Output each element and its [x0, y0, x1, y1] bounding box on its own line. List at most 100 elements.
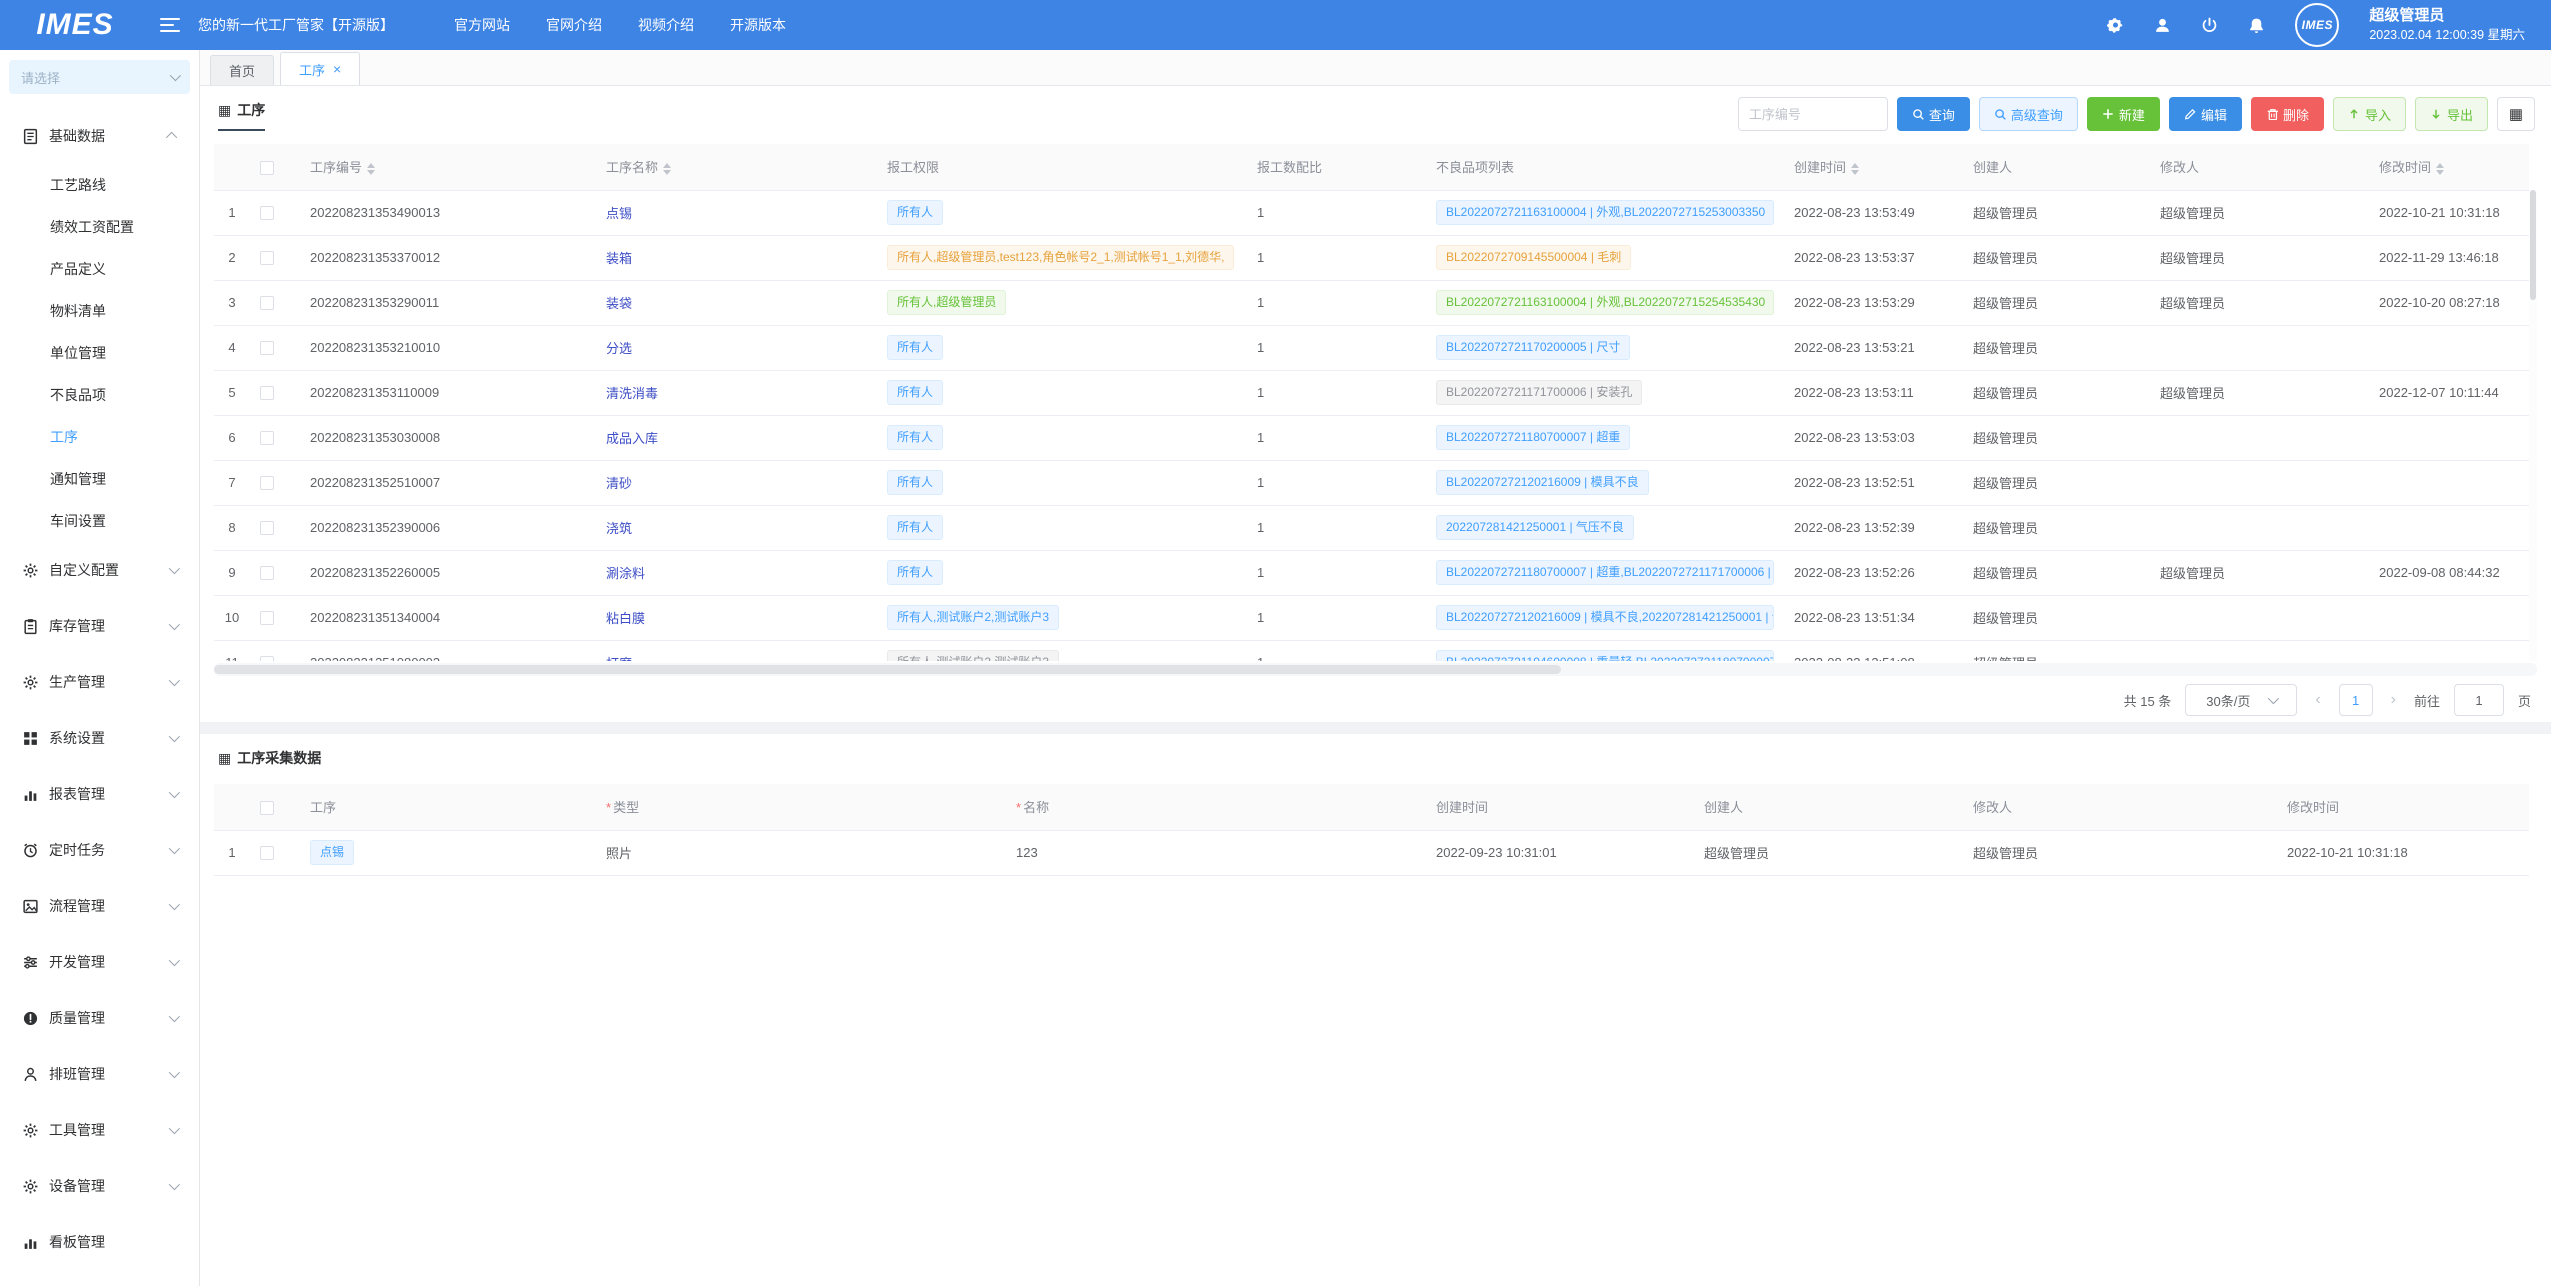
page-number-button[interactable]: 1: [2339, 684, 2373, 716]
sidebar-item-单位管理[interactable]: 单位管理: [0, 332, 199, 374]
sidebar-item-绩效工资配置[interactable]: 绩效工资配置: [0, 206, 199, 248]
sidebar-item-产品定义[interactable]: 产品定义: [0, 248, 199, 290]
process-code-search-input[interactable]: [1738, 97, 1888, 131]
cell-name: 清砂: [596, 460, 877, 505]
sidebar-group-质量管理[interactable]: 质量管理: [0, 990, 199, 1046]
row-checkbox[interactable]: [260, 611, 274, 625]
sidebar-group-流程管理[interactable]: 流程管理: [0, 878, 199, 934]
row-checkbox[interactable]: [260, 341, 274, 355]
sidebar-group-开发管理[interactable]: 开发管理: [0, 934, 199, 990]
close-icon[interactable]: ×: [333, 62, 341, 76]
sidebar-group-报表管理[interactable]: 报表管理: [0, 766, 199, 822]
cell-created_by: 超级管理员: [1963, 460, 2150, 505]
sidebar-group-库存管理[interactable]: 库存管理: [0, 598, 199, 654]
page-size-select[interactable]: 30条/页: [2185, 684, 2297, 716]
sidebar-group-生产管理[interactable]: 生产管理: [0, 654, 199, 710]
tab-工序[interactable]: 工序×: [280, 52, 360, 85]
chevron-down-icon: [2268, 693, 2279, 704]
nav-link-site-intro[interactable]: 官网介绍: [546, 15, 602, 35]
row-checkbox[interactable]: [260, 206, 274, 220]
column-label: 名称: [1023, 800, 1049, 815]
import-button[interactable]: 导入: [2333, 97, 2406, 131]
sidebar-item-车间设置[interactable]: 车间设置: [0, 500, 199, 542]
nav-link-video-intro[interactable]: 视频介绍: [638, 15, 694, 35]
vertical-scrollbar-thumb[interactable]: [2530, 190, 2536, 300]
row-checkbox[interactable]: [260, 521, 274, 535]
process-table-row: 4202208231353210010分选所有人1BL2022072721170…: [214, 325, 2529, 370]
horizontal-scrollbar-thumb[interactable]: [214, 665, 1561, 674]
notifications-bell-icon[interactable]: [2248, 17, 2265, 34]
sidebar-item-工序[interactable]: 工序: [0, 416, 199, 458]
process-name-link[interactable]: 清砂: [606, 476, 632, 491]
tab-首页[interactable]: 首页: [210, 55, 274, 85]
create-button[interactable]: 新建: [2087, 97, 2160, 131]
process-name-link[interactable]: 打磨: [606, 656, 632, 661]
sort-icon[interactable]: [367, 163, 375, 175]
column-header-工序名称[interactable]: 工序名称: [596, 144, 877, 190]
sidebar-filter-select[interactable]: 请选择: [9, 60, 190, 94]
sort-icon[interactable]: [663, 163, 671, 175]
select-all-checkbox[interactable]: [260, 161, 274, 175]
row-checkbox[interactable]: [260, 386, 274, 400]
row-checkbox[interactable]: [260, 656, 274, 661]
nav-link-open-source-version[interactable]: 开源版本: [730, 15, 786, 35]
user-icon[interactable]: [2154, 17, 2171, 34]
cell-modified_by: [2150, 415, 2369, 460]
process-name-link[interactable]: 分选: [606, 341, 632, 356]
process-name-link[interactable]: 装箱: [606, 251, 632, 266]
row-index: 3: [214, 280, 250, 325]
sidebar-group-看板管理[interactable]: 看板管理: [0, 1214, 199, 1270]
sidebar-group-基础数据[interactable]: 基础数据: [0, 108, 199, 164]
edit-button[interactable]: 编辑: [2169, 97, 2242, 131]
sidebar-group-排班管理[interactable]: 排班管理: [0, 1046, 199, 1102]
sidebar-item-工艺路线[interactable]: 工艺路线: [0, 164, 199, 206]
row-checkbox[interactable]: [260, 251, 274, 265]
sidebar-group-系统设置[interactable]: 系统设置: [0, 710, 199, 766]
logout-power-icon[interactable]: [2201, 17, 2218, 34]
advanced-query-button[interactable]: 高级查询: [1979, 97, 2078, 131]
goto-page-input[interactable]: [2454, 684, 2504, 716]
next-page-button[interactable]: ›: [2387, 691, 2400, 709]
sidebar-group-设备管理[interactable]: 设备管理: [0, 1158, 199, 1214]
process-name-link[interactable]: 粘白膜: [606, 611, 645, 626]
prev-page-button[interactable]: ‹: [2311, 691, 2324, 709]
select-all-checkbox[interactable]: [260, 801, 274, 815]
row-checkbox[interactable]: [260, 566, 274, 580]
process-name-link[interactable]: 点锡: [606, 206, 632, 221]
row-checkbox[interactable]: [260, 431, 274, 445]
settings-gear-icon[interactable]: [2107, 17, 2124, 34]
process-name-link[interactable]: 浇筑: [606, 521, 632, 536]
cell-defects: BL2022072721170200005 | 尺寸: [1426, 325, 1784, 370]
cell-ratio: 1: [1247, 235, 1426, 280]
delete-button[interactable]: 删除: [2251, 97, 2324, 131]
sidebar-group-工具管理[interactable]: 工具管理: [0, 1102, 199, 1158]
user-avatar[interactable]: IMES: [2295, 3, 2339, 47]
pagination-total: 共 15 条: [2124, 691, 2172, 710]
cell-created_at: 2022-08-23 13:51:08: [1784, 640, 1963, 661]
nav-link-official-site[interactable]: 官方网站: [454, 15, 510, 35]
sort-icon[interactable]: [1851, 163, 1859, 175]
row-checkbox[interactable]: [260, 476, 274, 490]
query-button[interactable]: 查询: [1897, 97, 1970, 131]
sort-icon[interactable]: [2436, 163, 2444, 175]
sidebar-item-不良品项[interactable]: 不良品项: [0, 374, 199, 416]
export-button[interactable]: 导出: [2415, 97, 2488, 131]
cell-permission: 所有人: [877, 415, 1247, 460]
row-checkbox[interactable]: [260, 846, 274, 860]
row-checkbox[interactable]: [260, 296, 274, 310]
menu-toggle-icon[interactable]: [160, 18, 180, 32]
process-name-link[interactable]: 涮涂料: [606, 566, 645, 581]
cell-created_at: 2022-08-23 13:53:03: [1784, 415, 1963, 460]
sidebar-item-物料清单[interactable]: 物料清单: [0, 290, 199, 332]
sidebar-group-定时任务[interactable]: 定时任务: [0, 822, 199, 878]
process-name-link[interactable]: 成品入库: [606, 431, 658, 446]
process-name-link[interactable]: 清洗消毒: [606, 386, 658, 401]
column-settings-button[interactable]: ▦: [2497, 97, 2535, 131]
column-header-工序编号[interactable]: 工序编号: [300, 144, 596, 190]
column-header-创建时间[interactable]: 创建时间: [1784, 144, 1963, 190]
process-name-link[interactable]: 装袋: [606, 296, 632, 311]
sidebar-item-通知管理[interactable]: 通知管理: [0, 458, 199, 500]
column-header-修改时间[interactable]: 修改时间: [2369, 144, 2529, 190]
chevron-down-icon: [169, 1067, 180, 1078]
sidebar-group-自定义配置[interactable]: 自定义配置: [0, 542, 199, 598]
